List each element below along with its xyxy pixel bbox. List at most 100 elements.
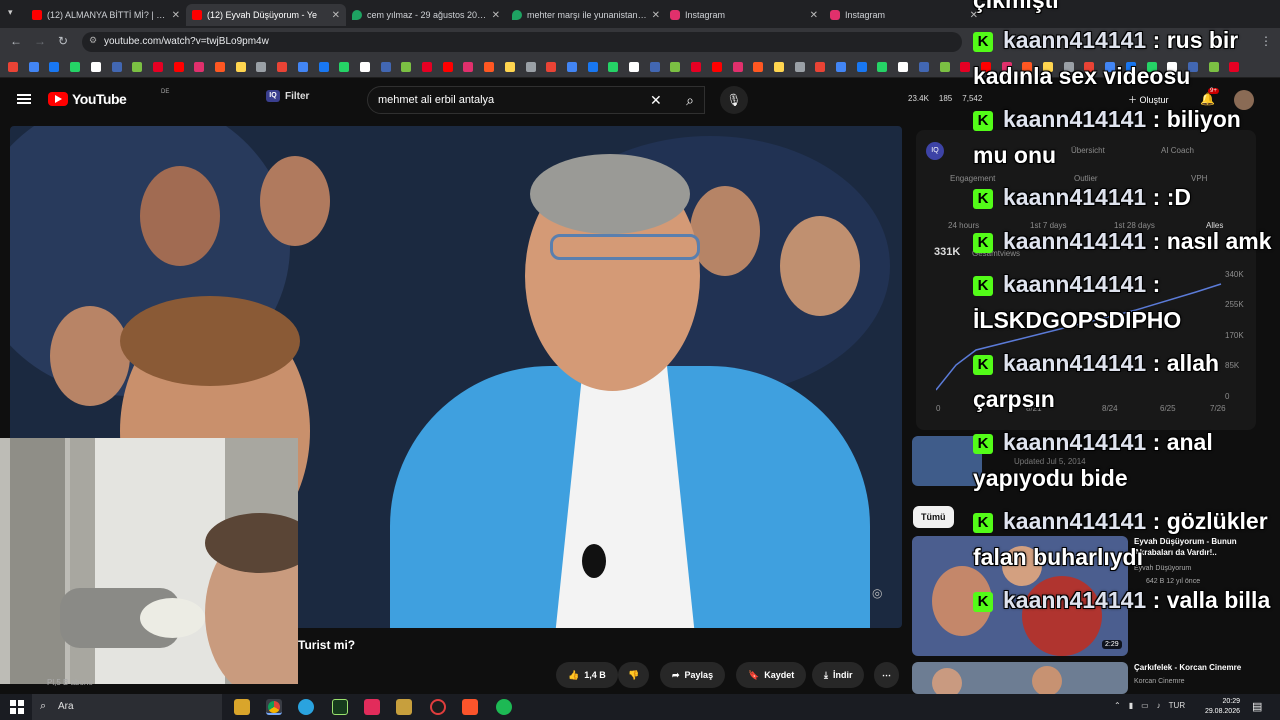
bookmark-icon[interactable] xyxy=(732,62,743,72)
video-title-link[interactable]: Çarkıfelek - Korcan Cinemre xyxy=(1134,663,1241,672)
audition-icon[interactable] xyxy=(332,699,348,715)
like-button[interactable]: 👍 1,4 B xyxy=(556,662,618,688)
bookmark-icon[interactable] xyxy=(49,62,60,72)
kick-logo-icon: K xyxy=(973,513,993,533)
bookmark-icon[interactable] xyxy=(525,62,536,72)
browser-tab[interactable]: mehter marşı ile yunanistan'da ✕ xyxy=(506,4,666,26)
voice-search-button[interactable]: 🎙 xyxy=(720,86,748,114)
video-thumbnail[interactable] xyxy=(912,662,1128,694)
browser-tab[interactable]: Instagram ✕ xyxy=(824,4,984,26)
bookmark-icon[interactable] xyxy=(215,62,225,72)
bookmark-icon[interactable] xyxy=(918,62,929,72)
bookmark-icon[interactable] xyxy=(711,62,722,72)
close-tab-icon[interactable]: ✕ xyxy=(652,10,660,21)
bookmark-icon[interactable] xyxy=(960,62,971,72)
bookmark-icon[interactable] xyxy=(463,62,474,72)
bookmark-icon[interactable] xyxy=(546,62,557,72)
bookmark-icon[interactable] xyxy=(70,62,81,72)
usb-icon[interactable]: ▮ xyxy=(1129,701,1133,710)
clear-search-icon[interactable]: ✕ xyxy=(650,92,662,109)
browser-tab[interactable]: (12) ALMANYA BİTTİ Mİ? | Sizde ✕ xyxy=(26,4,186,26)
back-icon[interactable]: ← xyxy=(10,34,22,48)
more-actions-button[interactable]: ⋯ xyxy=(874,662,899,688)
reload-icon[interactable]: ↻ xyxy=(58,34,68,48)
address-bar[interactable]: ⚙ youtube.com/watch?v=twjBLo9pm4w xyxy=(82,32,962,52)
bookmark-icon[interactable] xyxy=(566,62,577,72)
bookmark-icon[interactable] xyxy=(587,62,598,72)
file-explorer-icon[interactable] xyxy=(234,699,250,715)
bookmark-icon[interactable] xyxy=(401,62,412,72)
bookmark-icon[interactable] xyxy=(670,62,681,72)
browser-tab-active[interactable]: (12) Eyvah Düşüyorum - Ye ✕ xyxy=(186,4,346,26)
site-info-icon[interactable]: ⚙ xyxy=(89,35,97,46)
windows-start-icon[interactable] xyxy=(10,700,24,714)
bookmark-icon[interactable] xyxy=(856,62,867,72)
taskbar-search[interactable]: ⌕ Ara xyxy=(32,694,222,720)
bookmark-icon[interactable] xyxy=(359,62,370,72)
browser-tab[interactable]: cem yılmaz - 29 ağustos 2026 ✕ xyxy=(346,4,506,26)
bookmark-icon[interactable] xyxy=(90,62,101,72)
chip-all[interactable]: Tümü xyxy=(913,506,954,528)
close-tab-icon[interactable]: ✕ xyxy=(810,10,818,21)
chevron-up-icon[interactable]: ⌃ xyxy=(1114,701,1121,710)
bookmark-icon[interactable] xyxy=(691,62,702,72)
bookmark-icon[interactable] xyxy=(28,62,39,72)
adobe-app-icon[interactable] xyxy=(364,699,380,715)
bookmark-icon[interactable] xyxy=(111,62,122,72)
bookmark-icon[interactable] xyxy=(297,62,308,72)
notifications-icon[interactable]: ▤ xyxy=(1252,700,1262,713)
video-channel[interactable]: Korcan Cinemre xyxy=(1134,678,1185,685)
bookmark-icon[interactable] xyxy=(753,62,764,72)
bookmark-icon[interactable] xyxy=(608,62,619,72)
youtube-logo[interactable]: YouTube DE xyxy=(48,89,169,107)
bookmark-icon[interactable] xyxy=(152,62,163,72)
volume-icon[interactable]: ♪ xyxy=(1157,701,1161,710)
save-button[interactable]: 🔖 Kaydet xyxy=(736,662,807,688)
bookmark-icon[interactable] xyxy=(318,62,329,72)
filter-button[interactable]: IQ Filter xyxy=(266,90,309,102)
spotify-icon[interactable] xyxy=(496,699,512,715)
chrome-icon[interactable] xyxy=(266,699,282,715)
bookmark-icon[interactable] xyxy=(629,62,639,72)
bookmark-icon[interactable] xyxy=(442,62,453,72)
bookmark-icon[interactable] xyxy=(794,62,805,72)
bookmark-icon[interactable] xyxy=(235,62,246,72)
bookmark-icon[interactable] xyxy=(815,62,826,72)
forward-icon[interactable]: → xyxy=(34,34,46,48)
bookmark-icon[interactable] xyxy=(256,62,267,72)
close-tab-icon[interactable]: ✕ xyxy=(172,10,180,21)
bookmark-icon[interactable] xyxy=(877,62,888,72)
search-button[interactable]: ⌕ xyxy=(672,86,708,114)
share-button[interactable]: ➦ Paylaş xyxy=(660,662,726,688)
bookmark-icon[interactable] xyxy=(339,62,350,72)
app-icon[interactable] xyxy=(396,699,412,715)
bookmark-icon[interactable] xyxy=(773,62,784,72)
download-button[interactable]: ⤓ İndir xyxy=(812,662,865,688)
close-tab-icon[interactable]: ✕ xyxy=(492,10,500,21)
bookmark-icon[interactable] xyxy=(422,62,432,72)
browser-tab[interactable]: Instagram ✕ xyxy=(664,4,824,26)
bookmark-icon[interactable] xyxy=(380,62,391,72)
bookmark-icon[interactable] xyxy=(173,62,184,72)
language-indicator[interactable]: TUR xyxy=(1169,701,1185,710)
brave-icon[interactable] xyxy=(462,699,478,715)
tab-search-icon[interactable]: ▾ xyxy=(8,7,13,18)
bookmark-icon[interactable] xyxy=(484,62,495,72)
bookmark-icon[interactable] xyxy=(649,62,660,72)
bookmark-icon[interactable] xyxy=(8,62,18,72)
bookmark-icon[interactable] xyxy=(277,62,288,72)
bookmark-icon[interactable] xyxy=(939,62,950,72)
bookmark-icon[interactable] xyxy=(898,62,909,72)
clock[interactable]: 20:29 29.08.2026 xyxy=(1196,697,1240,717)
bookmark-icon[interactable] xyxy=(194,62,205,72)
hamburger-menu-icon[interactable] xyxy=(17,94,31,104)
network-icon[interactable]: ▭ xyxy=(1141,701,1149,710)
telegram-icon[interactable] xyxy=(298,699,314,715)
close-tab-icon[interactable]: ✕ xyxy=(332,10,340,21)
obs-icon[interactable] xyxy=(430,699,446,715)
bookmark-icon[interactable] xyxy=(836,62,846,72)
dislike-button[interactable]: 👎 xyxy=(618,662,650,688)
bookmark-icon[interactable] xyxy=(132,62,143,72)
bookmark-icon[interactable] xyxy=(504,62,515,72)
chat-message-continued: kadınla sex videosu xyxy=(973,63,1191,89)
